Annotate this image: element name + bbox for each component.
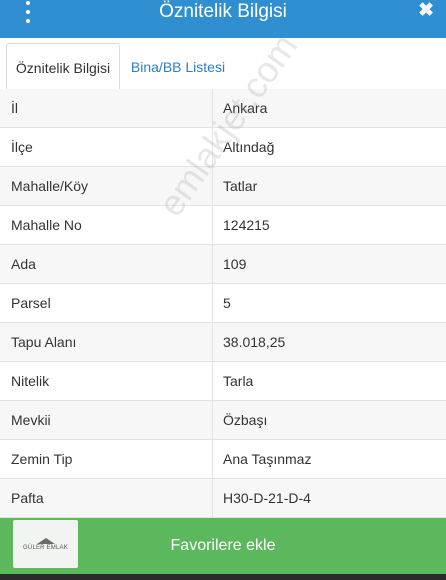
table-row: Ada 109 (0, 245, 446, 284)
row-value: 5 (223, 295, 231, 311)
table-row: İlçe Altındağ (0, 128, 446, 167)
row-key: Zemin Tip (0, 440, 213, 478)
table-row: Mahalle/Köy Tatlar (0, 167, 446, 206)
row-value: Tarla (223, 373, 254, 389)
attribute-table: İl Ankara İlçe Altındağ Mahalle/Köy Tatlar … (0, 89, 446, 518)
row-key: Mahalle No (0, 206, 213, 244)
tab-bar: Öznitelik Bilgisi Bina/BB Listesi (0, 38, 446, 91)
row-key: Ada (0, 245, 213, 283)
row-key: İl (0, 89, 213, 127)
row-value: Özbaşı (223, 412, 268, 428)
row-value: 38.018,25 (223, 334, 286, 350)
row-key: İlçe (0, 128, 213, 166)
table-row: Mevkii Özbaşı (0, 401, 446, 440)
row-value: 124215 (223, 217, 270, 233)
row-key: Parsel (0, 284, 213, 322)
favorites-label: Favorilere ekle (170, 537, 276, 554)
favorites-button[interactable]: GÜLER EMLAK Favorilere ekle (0, 518, 446, 574)
table-row: Mahalle No 124215 (0, 206, 446, 245)
table-row: Tapu Alanı 38.018,25 (0, 323, 446, 362)
dialog-title: Öznitelik Bilgisi (159, 1, 287, 22)
close-icon[interactable]: ✖ (418, 1, 434, 21)
row-key: Pafta (0, 479, 213, 517)
table-row: Pafta H30-D-21-D-4 (0, 479, 446, 518)
row-value: Ana Taşınmaz (223, 451, 312, 467)
row-key: Nitelik (0, 362, 213, 400)
row-key: Mevkii (0, 401, 213, 439)
bottom-strip (0, 574, 446, 580)
table-row: Nitelik Tarla (0, 362, 446, 401)
row-value: Tatlar (223, 178, 258, 194)
table-row: Zemin Tip Ana Taşınmaz (0, 440, 446, 479)
table-row: Parsel 5 (0, 284, 446, 323)
row-value: Altındağ (223, 139, 275, 155)
row-value: H30-D-21-D-4 (223, 490, 311, 506)
row-value: Ankara (223, 100, 268, 116)
tab-bina-bb-listesi[interactable]: Bina/BB Listesi (122, 43, 234, 91)
row-value: 109 (223, 256, 247, 272)
row-key: Tapu Alanı (0, 323, 213, 361)
tab-oznitelik-bilgisi[interactable]: Öznitelik Bilgisi (6, 43, 120, 91)
title-bar: Öznitelik Bilgisi ✖ (0, 0, 446, 38)
table-row: İl Ankara (0, 89, 446, 128)
row-key: Mahalle/Köy (0, 167, 213, 205)
